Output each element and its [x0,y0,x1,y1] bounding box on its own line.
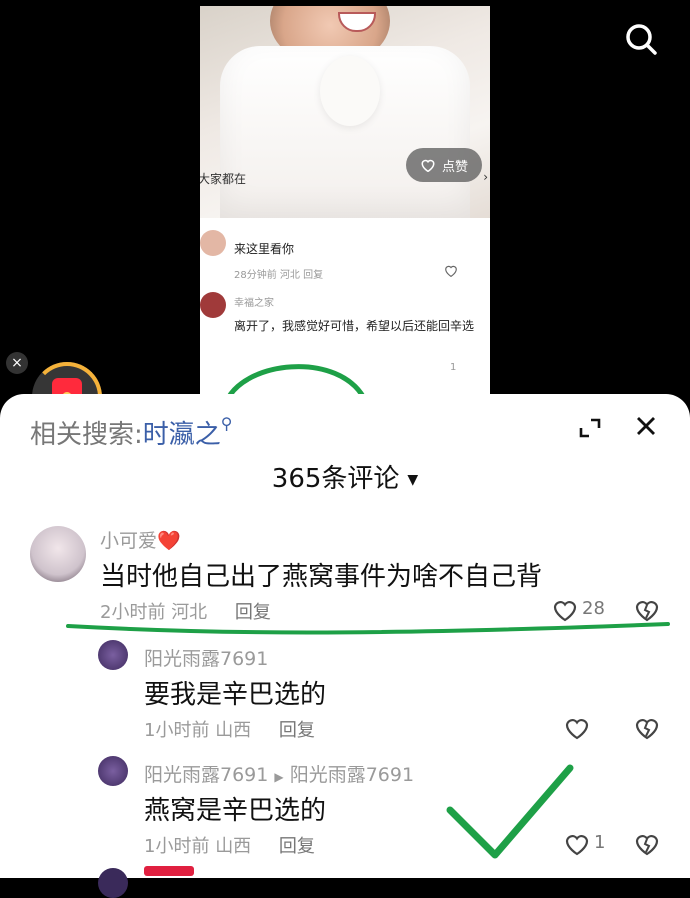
like-count: 1 [594,832,606,853]
green-underline-annotation [66,622,670,635]
comment-count-label: 365条评论 [271,464,400,494]
reply-button[interactable]: 回复 [279,836,315,857]
related-search-label: 相关搜索: [30,420,143,450]
comment-username[interactable]: 小可爱❤️ [100,526,181,553]
comment-username-partial[interactable] [144,866,194,876]
comment-user[interactable]: 阳光雨露7691 [144,764,268,786]
heart-outline-icon [421,159,435,172]
comment-username[interactable]: 阳光雨露7691 ▶ 阳光雨露7691 [144,760,414,787]
comment-location: 山西 [215,836,252,857]
mini-comment-user: 幸福之家 [234,298,274,309]
comment-text: 当时他自己出了燕窝事件为啥不自己背 [100,562,543,592]
related-search-keyword[interactable]: 时瀛之 [143,420,221,450]
dislike-icon[interactable] [634,716,660,740]
like-pill-label: 点赞 [441,159,468,175]
close-small-text-icon[interactable]: › [483,170,488,184]
like-pill-button[interactable]: 点赞 [406,148,482,182]
avatar[interactable] [98,868,128,898]
comment-meta: 1小时前 山西 回复 [144,716,315,742]
reply-button[interactable]: 回复 [279,720,315,741]
avatar[interactable] [30,526,86,582]
mini-avatar [200,230,226,256]
comment-count-title[interactable]: 365条评论 ▼ [0,458,690,495]
mini-comment-text: 来这里看你 [234,242,295,256]
comment-username[interactable]: 阳光雨露7691 [144,644,268,671]
mini-comment-meta: 28分钟前 河北 回复 [234,270,324,281]
reply-arrow-icon: ▶ [274,770,284,784]
reply-to-user[interactable]: 阳光雨露7691 [290,764,414,786]
mini-comment-text: 离开了，我感觉好可惜，希望以后还能回辛选 [234,319,475,333]
video-area[interactable]: 点赞 大家都在 › 来这里看你 28分钟前 河北 回复 幸福之家 离开了，我感觉… [0,0,690,432]
mini-like-count: 1 [450,362,457,373]
search-icon[interactable] [624,22,658,56]
comment-location: 山西 [215,720,252,741]
dislike-icon[interactable] [634,832,660,856]
close-small-icon[interactable]: × [6,352,28,374]
comment-meta: 1小时前 山西 回复 [144,832,315,858]
green-annotation-circle [226,364,366,396]
close-icon[interactable] [634,414,658,438]
comment-text: 要我是辛巴选的 [144,680,327,710]
shirt-bow [320,56,380,126]
caret-down-icon: ▼ [407,471,419,488]
expand-icon[interactable] [578,416,602,440]
related-search[interactable]: 相关搜索:时瀛之⚲ [30,414,233,451]
green-checkmark-annotation [446,764,574,859]
mini-avatar [200,292,226,318]
search-small-icon: ⚲ [220,414,233,433]
mini-heart-icon[interactable] [444,264,458,277]
heart-icon[interactable] [564,716,590,740]
everyone-text: 大家都在 [200,172,247,186]
comment-time: 1小时前 [144,720,210,741]
video-frame[interactable]: 点赞 大家都在 › 来这里看你 28分钟前 河北 回复 幸福之家 离开了，我感觉… [200,6,490,396]
avatar[interactable] [98,756,128,786]
comment-time: 1小时前 [144,836,210,857]
comment-text: 燕窝是辛巴选的 [144,796,327,826]
